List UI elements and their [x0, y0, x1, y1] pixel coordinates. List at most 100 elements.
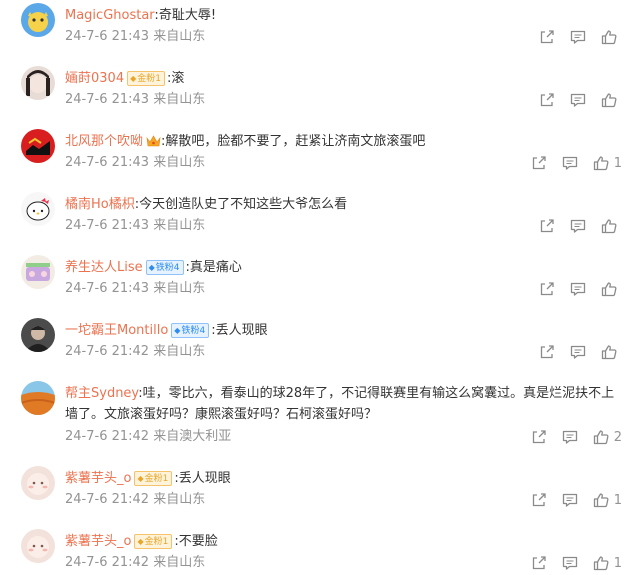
reply-button[interactable]	[562, 492, 578, 508]
reply-button[interactable]	[570, 29, 586, 45]
share-icon	[532, 156, 546, 170]
share-button[interactable]	[539, 218, 555, 234]
username-link[interactable]: 一坨霸王Montillo	[65, 323, 168, 338]
share-button[interactable]	[539, 29, 555, 45]
like-icon	[601, 282, 617, 297]
like-icon	[593, 430, 609, 445]
comment-meta: 24-7-6 21:42 来自山东	[65, 344, 206, 359]
fan-badge: ◆铁粉4	[145, 260, 184, 275]
like-icon	[601, 219, 617, 234]
comment-meta: 24-7-6 21:43 来自山东	[65, 29, 206, 44]
like-icon	[601, 345, 617, 360]
comment-meta: 24-7-6 21:42 来自山东	[65, 555, 206, 570]
share-button[interactable]	[531, 429, 547, 445]
comment-icon	[562, 156, 577, 170]
avatar[interactable]	[21, 255, 55, 289]
reply-button[interactable]	[562, 155, 578, 171]
share-button[interactable]	[531, 492, 547, 508]
like-count: 1	[613, 555, 622, 571]
share-button[interactable]	[531, 555, 547, 571]
comment-text: 奇耻大辱!	[158, 8, 217, 23]
comment-icon	[570, 219, 586, 233]
fan-badge: ◆铁粉4	[171, 323, 210, 338]
username-link[interactable]: 紫薯芋头_o	[65, 471, 131, 486]
comment-icon	[562, 556, 577, 570]
like-button[interactable]	[601, 281, 622, 297]
comment-icon	[570, 30, 586, 44]
avatar[interactable]	[21, 318, 55, 352]
comment-text: 哇，零比六，看泰山的球28年了，不记得联赛里有输这么窝囊过。真是烂泥扶不上墙了。…	[65, 386, 615, 422]
reply-button[interactable]	[562, 555, 578, 571]
like-icon	[601, 30, 617, 45]
comment-feed: MagicGhostar:奇耻大辱! 24-7-6 21:43 来自山东 婳莳0…	[0, 0, 636, 575]
share-button[interactable]	[539, 92, 555, 108]
comment-icon	[562, 430, 577, 444]
avatar[interactable]	[21, 466, 55, 500]
avatar[interactable]	[21, 192, 55, 226]
reply-button[interactable]	[562, 429, 578, 445]
comment-text: 滚	[171, 71, 185, 86]
avatar[interactable]	[21, 381, 55, 415]
comment-meta: 24-7-6 21:43 来自山东	[65, 92, 206, 107]
comment-meta: 24-7-6 21:43 来自山东	[65, 155, 206, 170]
username-link[interactable]: 紫薯芋头_o	[65, 534, 131, 549]
comment-text: 真是痛心	[189, 260, 242, 275]
share-icon	[532, 430, 546, 444]
username-link[interactable]: 婳莳0304	[65, 71, 124, 86]
like-button[interactable]	[601, 344, 622, 360]
reply-button[interactable]	[570, 344, 586, 360]
like-icon	[593, 493, 609, 508]
fan-badge-icon: ◆	[130, 74, 137, 83]
like-button[interactable]	[601, 92, 622, 108]
username-link[interactable]: MagicGhostar	[65, 8, 154, 23]
fan-badge-icon: ◆	[174, 326, 181, 335]
comment-icon	[570, 93, 586, 107]
fan-badge: ◆金粉1	[127, 71, 165, 86]
share-icon	[532, 556, 546, 570]
like-icon	[593, 556, 609, 571]
like-count: 1	[613, 492, 622, 508]
like-button[interactable]	[601, 218, 622, 234]
username-link[interactable]: 养生达人Lise	[65, 260, 143, 275]
comment-text: 解散吧，脸都不要了，赶紧让济南文旅滚蛋吧	[165, 134, 426, 149]
share-icon	[540, 282, 554, 296]
crown-icon	[146, 133, 161, 155]
username-link[interactable]: 橘南Ho橘枳	[65, 197, 135, 212]
share-icon	[532, 493, 546, 507]
comment-text: 今天创造队史了不知这些大爷怎么看	[139, 197, 348, 212]
fan-badge: ◆金粉1	[134, 534, 173, 549]
like-button[interactable]: 2	[593, 429, 622, 445]
fan-badge-icon: ◆	[137, 474, 144, 483]
like-button[interactable]	[601, 29, 622, 45]
comment-meta: 24-7-6 21:43 来自山东	[65, 218, 206, 233]
avatar[interactable]	[21, 3, 55, 37]
share-button[interactable]	[539, 281, 555, 297]
reply-button[interactable]	[570, 218, 586, 234]
share-icon	[540, 93, 554, 107]
like-button[interactable]: 1	[593, 492, 622, 508]
fan-badge: ◆金粉1	[134, 471, 173, 486]
like-count: 2	[613, 429, 622, 445]
username-link[interactable]: 北风那个吹呦	[65, 134, 143, 149]
comment-meta: 24-7-6 21:43 来自山东	[65, 281, 206, 296]
avatar[interactable]	[21, 529, 55, 563]
share-icon	[540, 345, 554, 359]
reply-button[interactable]	[570, 92, 586, 108]
comment-text: 丢人现眼	[215, 323, 268, 338]
share-icon	[540, 219, 554, 233]
like-button[interactable]: 1	[593, 555, 622, 571]
like-count: 1	[613, 155, 622, 171]
comment-icon	[570, 345, 586, 359]
share-button[interactable]	[539, 344, 555, 360]
comment-icon	[562, 493, 577, 507]
comment-text: 不要脸	[178, 534, 218, 549]
reply-button[interactable]	[570, 281, 586, 297]
comment-meta: 24-7-6 21:42 来自山东	[65, 492, 206, 507]
share-button[interactable]	[531, 155, 547, 171]
comment-meta: 24-7-6 21:42 来自澳大利亚	[65, 429, 232, 444]
avatar[interactable]	[21, 66, 55, 100]
avatar[interactable]	[21, 129, 55, 163]
like-button[interactable]: 1	[593, 155, 622, 171]
username-link[interactable]: 帮主Sydney	[65, 386, 138, 401]
comment-text: 丢人现眼	[178, 471, 231, 486]
